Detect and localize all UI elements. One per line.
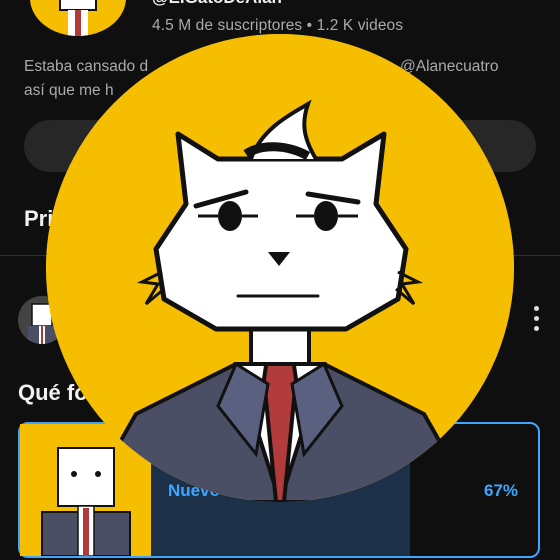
- channel-avatar[interactable]: [30, 0, 126, 36]
- cat-avatar-large-icon: [46, 34, 514, 502]
- description-mention[interactable]: @Alanecuatro: [400, 58, 498, 76]
- channel-handle[interactable]: @ElGatoDeAlan: [152, 0, 282, 8]
- channel-description-line2[interactable]: así que me h: [24, 82, 114, 100]
- channel-description[interactable]: Estaba cansado d: [24, 58, 148, 76]
- profile-picture-overlay[interactable]: [46, 34, 514, 502]
- poll-option-percent: 67%: [484, 481, 519, 500]
- more-vert-icon[interactable]: [530, 306, 542, 336]
- channel-stats: 4.5 M de suscriptores • 1.2 K videos: [152, 17, 404, 34]
- cat-avatar-mini-icon: [59, 0, 97, 36]
